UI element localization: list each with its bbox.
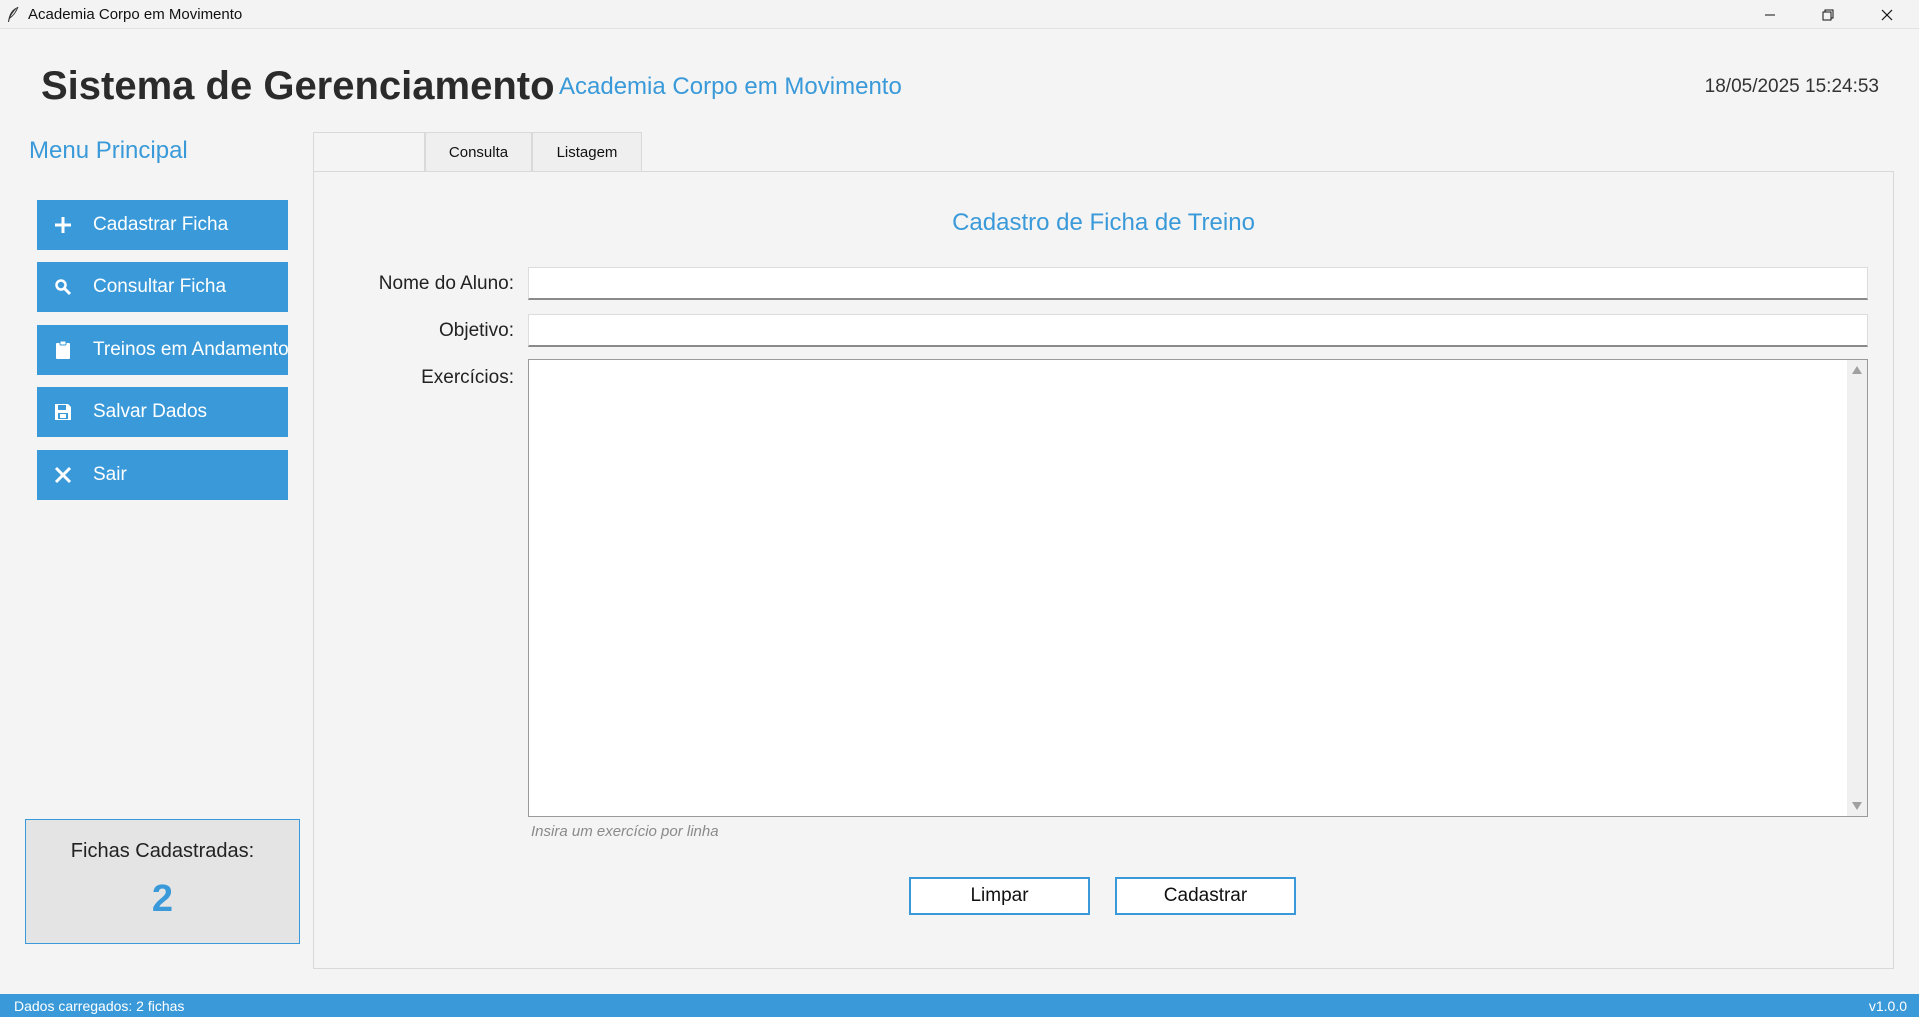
sidebar-item-label: Salvar Dados — [93, 401, 208, 422]
consultar-ficha-button[interactable]: Consultar Ficha — [37, 262, 288, 312]
status-bar: Dados carregados: 2 fichas v1.0.0 — [0, 994, 1919, 1017]
window-title: Academia Corpo em Movimento — [28, 6, 243, 23]
exercicios-label: Exercícios: — [421, 367, 514, 388]
page-subtitle: Academia Corpo em Movimento — [559, 73, 902, 100]
sidebar-item-label: Treinos em Andamento — [93, 339, 288, 360]
sair-button[interactable]: Sair — [37, 450, 288, 500]
form-title: Cadastro de Ficha de Treino — [952, 209, 1255, 236]
feather-icon — [8, 6, 19, 22]
salvar-dados-button[interactable]: Salvar Dados — [37, 387, 288, 437]
fichas-counter-label: Fichas Cadastradas: — [70, 840, 255, 862]
sidebar-item-label: Consultar Ficha — [93, 276, 227, 297]
fichas-counter-value: 2 — [151, 878, 174, 920]
sidebar-title: Menu Principal — [29, 137, 188, 164]
cadastro-panel: Cadastro de Ficha de Treino Nome do Alun… — [313, 171, 1894, 969]
sidebar-item-label: Cadastrar Ficha — [93, 214, 229, 235]
restore-icon — [1822, 9, 1834, 20]
exercicios-hint: Insira um exercício por linha — [531, 823, 719, 840]
search-icon — [51, 275, 75, 299]
close-window-button[interactable] — [1858, 0, 1916, 29]
close-icon — [1881, 9, 1893, 20]
exercicios-textarea[interactable] — [529, 360, 1847, 816]
scroll-up-arrow-icon[interactable] — [1852, 366, 1862, 374]
objetivo-label: Objetivo: — [439, 320, 514, 341]
minimize-icon — [1765, 14, 1775, 15]
scroll-down-arrow-icon[interactable] — [1852, 802, 1862, 810]
sidebar-item-label: Sair — [93, 464, 127, 485]
treinos-em-andamento-button[interactable]: Treinos em Andamento — [37, 325, 288, 375]
window-titlebar: Academia Corpo em Movimento — [0, 0, 1919, 29]
tab-listagem[interactable]: Listagem — [532, 132, 642, 172]
tab-cadastro[interactable]: Cadastro — [313, 132, 425, 172]
plus-icon — [51, 213, 75, 237]
fichas-counter-panel: Fichas Cadastradas: 2 — [25, 819, 300, 944]
restore-button[interactable] — [1799, 0, 1857, 29]
cadastrar-ficha-button[interactable]: Cadastrar Ficha — [37, 200, 288, 250]
cadastrar-button[interactable]: Cadastrar — [1115, 877, 1296, 915]
limpar-button[interactable]: Limpar — [909, 877, 1090, 915]
exercicios-scrollbar[interactable] — [1847, 360, 1867, 816]
clipboard-icon — [51, 338, 75, 362]
floppy-disk-icon — [51, 400, 75, 424]
nome-aluno-input[interactable] — [528, 267, 1868, 300]
status-message: Dados carregados: 2 fichas — [14, 998, 185, 1014]
nome-aluno-label: Nome do Aluno: — [378, 273, 514, 294]
close-icon — [51, 463, 75, 487]
tab-consulta[interactable]: Consulta — [425, 132, 532, 172]
minimize-button[interactable] — [1741, 0, 1799, 29]
datetime-display: 18/05/2025 15:24:53 — [1704, 76, 1879, 97]
page-title: Sistema de Gerenciamento — [41, 64, 555, 108]
exercicios-textarea-container — [528, 359, 1868, 817]
version-label: v1.0.0 — [1868, 998, 1907, 1014]
objetivo-input[interactable] — [528, 314, 1868, 347]
